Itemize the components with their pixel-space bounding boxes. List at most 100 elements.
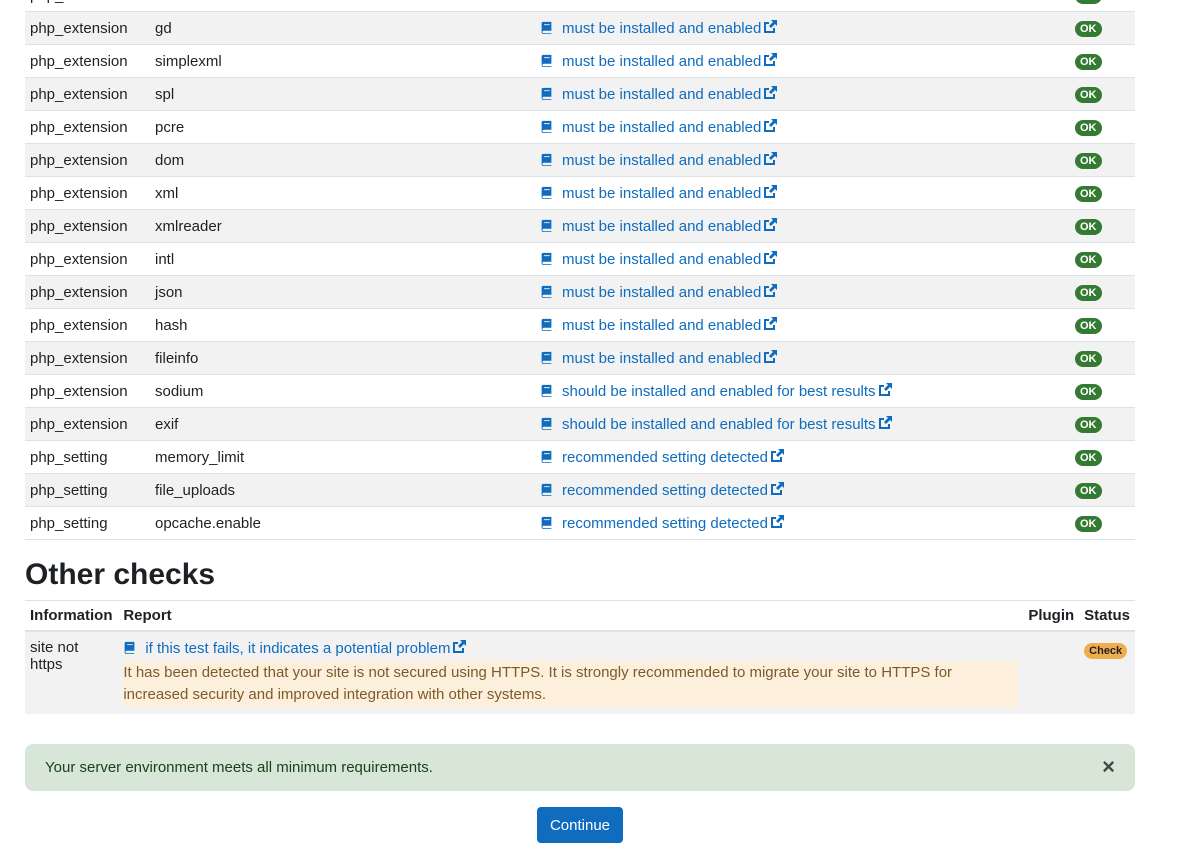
book-icon (541, 54, 552, 67)
row-type: php_extension (25, 11, 150, 45)
row-report: must be installed and enabled (535, 176, 1070, 210)
book-icon (541, 318, 552, 331)
book-icon (541, 252, 552, 265)
other-checks-table: Information Report Plugin Status site no… (25, 600, 1135, 714)
report-link-text: must be installed and enabled (562, 317, 762, 334)
external-link-icon (764, 218, 778, 231)
row-report: must be installed and enabled (535, 44, 1070, 78)
continue-button[interactable]: Continue (537, 807, 623, 843)
row-status: OK (1070, 506, 1135, 540)
table-row: php_extension simplexml must be installe… (25, 44, 1135, 78)
external-link-icon (764, 152, 778, 165)
report-link[interactable]: must be installed and enabled (540, 20, 778, 37)
header-report: Report (118, 600, 1024, 632)
row-report: recommended setting detected (535, 506, 1070, 540)
row-name: gd (150, 11, 535, 45)
row-report: should be installed and enabled for best… (535, 407, 1070, 441)
row-information: site not https (25, 631, 119, 714)
table-row: php_extension dom must be installed and … (25, 143, 1135, 177)
report-link[interactable]: recommended setting detected (540, 482, 785, 499)
table-row: php_extension spl must be installed and … (25, 77, 1135, 111)
row-status: OK (1070, 473, 1135, 507)
report-link-text: must be installed and enabled (562, 218, 762, 235)
row-name (150, 0, 535, 12)
environment-table-wrapper: php_extension OK php_extension gd must b… (25, 0, 1135, 540)
other-checks-heading: Other checks (25, 558, 216, 591)
row-type: php_extension (25, 275, 150, 309)
status-badge: OK (1075, 153, 1102, 169)
report-link-text: must be installed and enabled (562, 152, 762, 169)
row-status: OK (1070, 275, 1135, 309)
external-link-icon (770, 482, 784, 495)
header-plugin: Plugin (1023, 600, 1080, 632)
report-link[interactable]: recommended setting detected (540, 515, 785, 532)
book-icon (541, 21, 552, 34)
book-icon (541, 483, 552, 496)
report-link[interactable]: recommended setting detected (540, 449, 785, 466)
row-status: OK (1070, 110, 1135, 144)
report-link[interactable]: must be installed and enabled (540, 152, 778, 169)
report-link-text: must be installed and enabled (562, 53, 762, 70)
external-link-icon (764, 119, 778, 132)
book-icon (541, 450, 552, 463)
row-name: dom (150, 143, 535, 177)
book-icon (541, 285, 552, 298)
row-type: php_extension (25, 308, 150, 342)
row-status: OK (1070, 176, 1135, 210)
table-row: php_extension OK (25, 0, 1135, 12)
https-warning: It has been detected that your site is n… (123, 661, 1019, 707)
row-name: exif (150, 407, 535, 441)
report-link-text: must be installed and enabled (562, 185, 762, 202)
report-link[interactable]: must be installed and enabled (540, 218, 778, 235)
status-badge: OK (1075, 21, 1102, 37)
report-link[interactable]: must be installed and enabled (540, 317, 778, 334)
row-name: memory_limit (150, 440, 535, 474)
table-header-row: Information Report Plugin Status (25, 600, 1135, 632)
status-badge: OK (1075, 252, 1102, 268)
row-type: php_setting (25, 473, 150, 507)
report-link[interactable]: should be installed and enabled for best… (540, 416, 893, 433)
external-link-icon (764, 20, 778, 33)
report-link[interactable]: must be installed and enabled (540, 185, 778, 202)
report-link[interactable]: must be installed and enabled (540, 251, 778, 268)
status-badge: Check (1084, 643, 1128, 659)
row-name: simplexml (150, 44, 535, 78)
report-link[interactable]: should be installed and enabled for best… (540, 383, 893, 400)
book-icon (541, 384, 552, 397)
table-row: php_extension fileinfo must be installed… (25, 341, 1135, 375)
row-report: must be installed and enabled (535, 11, 1070, 45)
report-link[interactable]: must be installed and enabled (540, 86, 778, 103)
row-report: must be installed and enabled (535, 275, 1070, 309)
table-row: php_extension pcre must be installed and… (25, 110, 1135, 144)
row-report: if this test fails, it indicates a poten… (118, 631, 1024, 714)
row-status: OK (1070, 308, 1135, 342)
status-badge: OK (1075, 219, 1102, 235)
report-link[interactable]: if this test fails, it indicates a poten… (123, 640, 467, 657)
row-name: file_uploads (150, 473, 535, 507)
report-link[interactable]: must be installed and enabled (540, 350, 778, 367)
row-status: OK (1070, 11, 1135, 45)
row-type: php_extension (25, 0, 150, 12)
book-icon (541, 120, 552, 133)
report-link[interactable]: must be installed and enabled (540, 119, 778, 136)
report-link[interactable]: must be installed and enabled (540, 284, 778, 301)
status-badge: OK (1075, 54, 1102, 70)
report-link-text: must be installed and enabled (562, 284, 762, 301)
close-icon[interactable]: × (1102, 756, 1115, 778)
row-status: OK (1070, 143, 1135, 177)
row-name: hash (150, 308, 535, 342)
row-report: recommended setting detected (535, 440, 1070, 474)
row-type: php_setting (25, 506, 150, 540)
row-name: spl (150, 77, 535, 111)
report-link[interactable]: must be installed and enabled (540, 53, 778, 70)
status-badge: OK (1075, 87, 1102, 103)
row-name: xml (150, 176, 535, 210)
report-link-text: if this test fails, it indicates a poten… (145, 640, 451, 657)
status-badge: OK (1075, 450, 1102, 466)
row-report: must be installed and enabled (535, 110, 1070, 144)
row-type: php_extension (25, 143, 150, 177)
book-icon (541, 87, 552, 100)
row-type: php_extension (25, 209, 150, 243)
row-status: OK (1070, 209, 1135, 243)
header-information: Information (25, 600, 119, 632)
